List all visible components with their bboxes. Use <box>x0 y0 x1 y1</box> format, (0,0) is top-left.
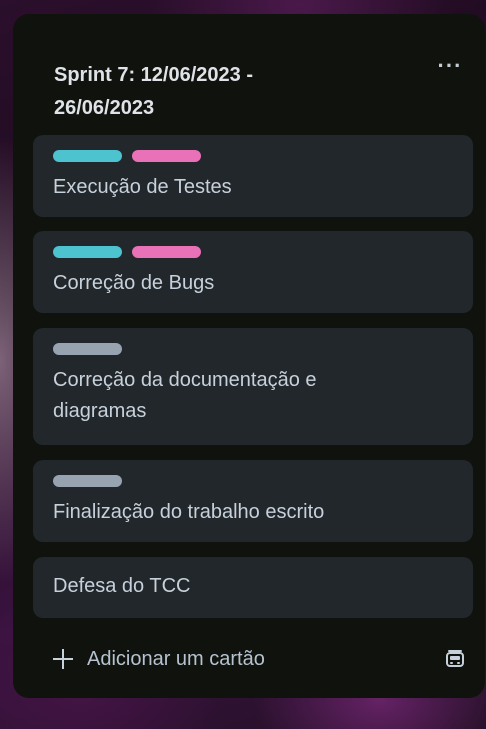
card-label-gray[interactable] <box>53 475 122 487</box>
list-title[interactable]: Sprint 7: 12/06/2023 - 26/06/2023 <box>54 59 384 125</box>
card-title: Correção de Bugs <box>53 272 215 294</box>
card-template-button[interactable] <box>441 645 469 673</box>
card-label-teal[interactable] <box>53 246 122 258</box>
card-title: Defesa do TCC <box>53 575 191 597</box>
card-labels <box>53 475 128 487</box>
card-label-pink[interactable] <box>132 150 202 162</box>
card-finalizacao-trabalho[interactable]: Finalização do trabalho escrito <box>33 460 473 542</box>
card-execucao-de-testes[interactable]: Execução de Testes <box>33 135 473 217</box>
list-header[interactable]: Sprint 7: 12/06/2023 - 26/06/2023 ··· <box>13 14 485 134</box>
add-card-label: Adicionar um cartão <box>87 648 265 670</box>
card-title: Finalização do trabalho escrito <box>53 501 325 523</box>
card-defesa-do-tcc[interactable]: Defesa do TCC <box>33 557 473 618</box>
card-correcao-de-bugs[interactable]: Correção de Bugs <box>33 231 473 313</box>
card-labels <box>53 343 128 355</box>
card-title: Correção da documentação e diagramas <box>53 369 317 422</box>
plus-icon <box>53 649 73 669</box>
card-correcao-documentacao[interactable]: Correção da documentação e diagramas <box>33 328 473 445</box>
card-label-gray[interactable] <box>53 343 122 355</box>
list-menu-button[interactable]: ··· <box>433 53 467 84</box>
card-label-pink[interactable] <box>132 246 202 258</box>
add-card-button[interactable]: Adicionar um cartão <box>33 639 265 679</box>
card-labels <box>53 246 207 258</box>
list-footer: Adicionar um cartão <box>33 639 473 679</box>
card-label-teal[interactable] <box>53 150 122 162</box>
card-template-icon <box>446 650 464 667</box>
more-dots-icon: ··· <box>437 53 463 78</box>
card-labels <box>53 150 207 162</box>
list-column: Sprint 7: 12/06/2023 - 26/06/2023 ··· Ex… <box>13 14 485 698</box>
card-title: Execução de Testes <box>53 176 232 198</box>
